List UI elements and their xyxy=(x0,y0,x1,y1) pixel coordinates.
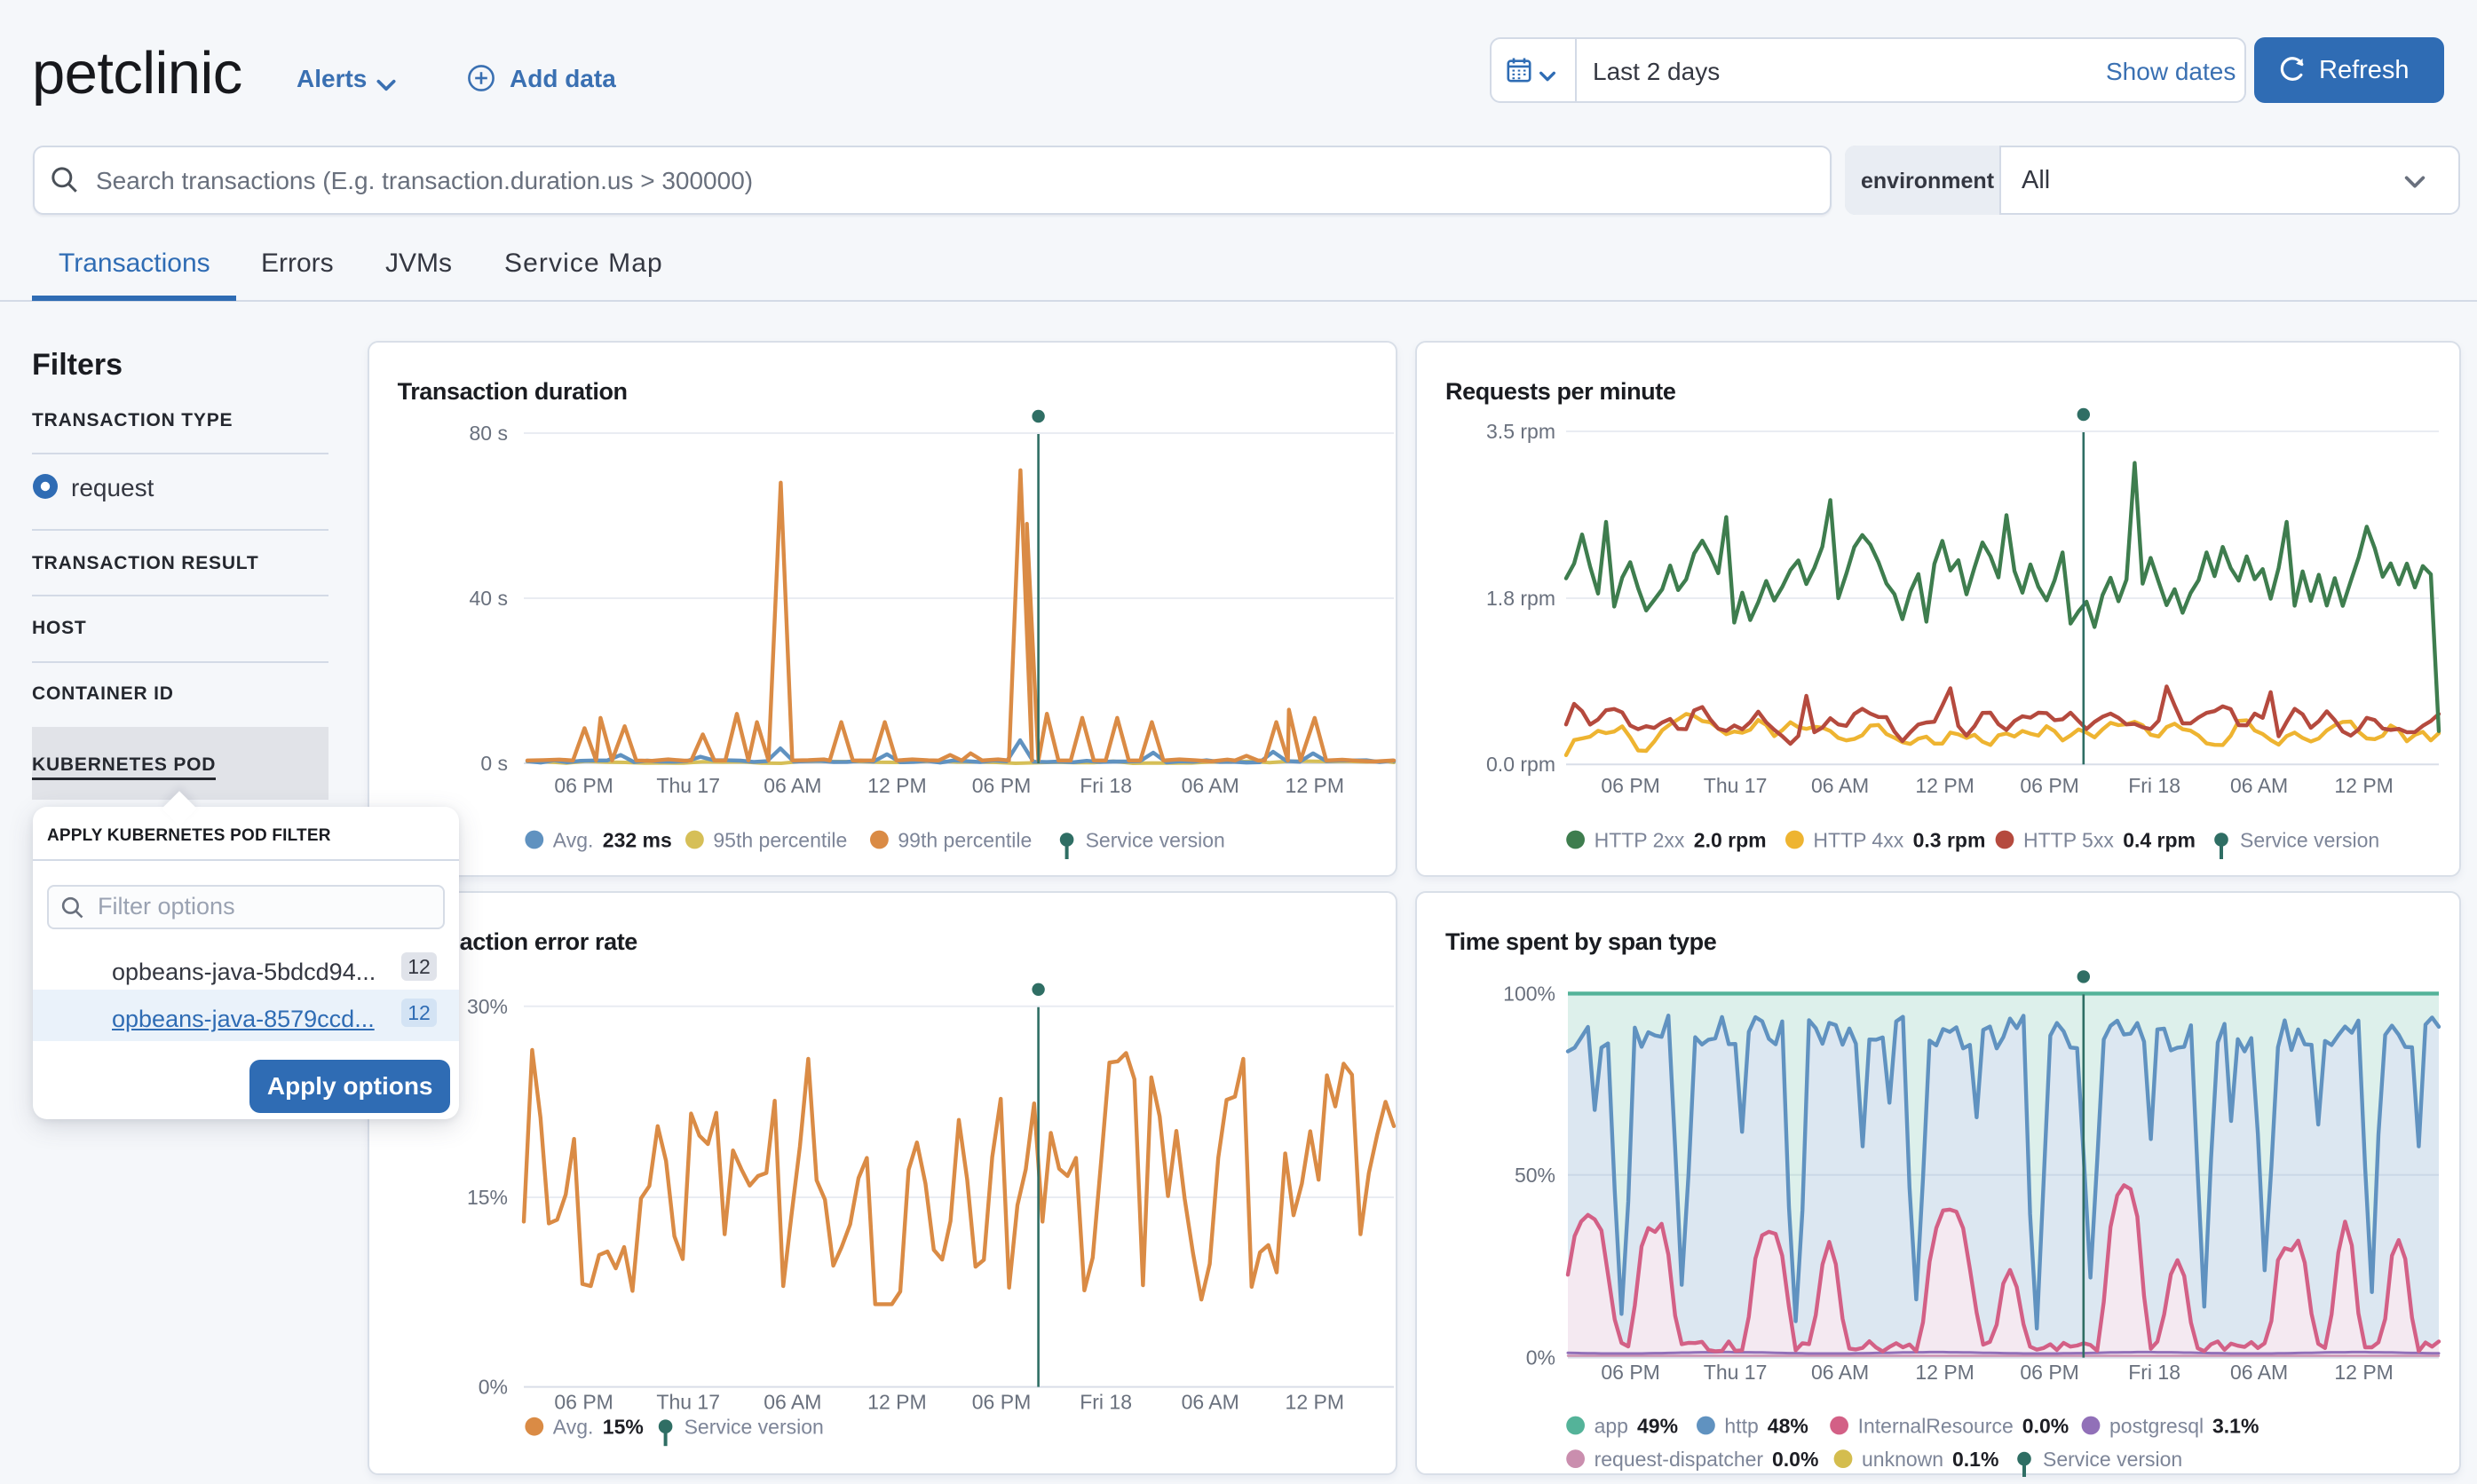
svg-text:HTTP 4xx: HTTP 4xx xyxy=(1813,828,1903,851)
svg-text:request-dispatcher: request-dispatcher xyxy=(1595,1448,1764,1471)
svg-text:Service version: Service version xyxy=(1085,828,1224,851)
svg-text:HTTP 5xx: HTTP 5xx xyxy=(2023,828,2114,851)
svg-text:0%: 0% xyxy=(1526,1346,1555,1370)
svg-text:0.0%: 0.0% xyxy=(2022,1414,2069,1437)
svg-text:06 PM: 06 PM xyxy=(554,774,613,797)
svg-text:06 AM: 06 AM xyxy=(1811,774,1869,797)
svg-text:50%: 50% xyxy=(1515,1164,1555,1187)
svg-text:99th percentile: 99th percentile xyxy=(898,828,1032,851)
svg-text:3.1%: 3.1% xyxy=(2212,1414,2259,1437)
svg-text:Fri 18: Fri 18 xyxy=(2128,1361,2180,1384)
svg-text:49%: 49% xyxy=(1637,1414,1678,1437)
svg-text:06 PM: 06 PM xyxy=(971,1391,1030,1414)
svg-text:100%: 100% xyxy=(1503,982,1555,1005)
svg-text:95th percentile: 95th percentile xyxy=(713,828,847,851)
svg-text:HTTP 2xx: HTTP 2xx xyxy=(1595,828,1685,851)
svg-text:48%: 48% xyxy=(1768,1414,1808,1437)
svg-text:Thu 17: Thu 17 xyxy=(1704,1361,1768,1384)
svg-text:06 PM: 06 PM xyxy=(1601,774,1659,797)
svg-text:232 ms: 232 ms xyxy=(602,828,671,851)
svg-text:postgresql: postgresql xyxy=(2109,1414,2204,1437)
svg-text:12 PM: 12 PM xyxy=(1915,1361,1974,1384)
svg-text:0 s: 0 s xyxy=(480,752,508,775)
svg-text:15%: 15% xyxy=(602,1416,643,1439)
svg-text:40 s: 40 s xyxy=(469,587,507,610)
svg-text:12 PM: 12 PM xyxy=(1915,774,1974,797)
svg-text:12 PM: 12 PM xyxy=(1285,774,1343,797)
svg-text:06 AM: 06 AM xyxy=(764,774,821,797)
svg-text:06 AM: 06 AM xyxy=(2230,774,2288,797)
svg-text:06 PM: 06 PM xyxy=(1601,1361,1659,1384)
svg-text:Thu 17: Thu 17 xyxy=(656,1391,720,1414)
svg-text:30%: 30% xyxy=(467,995,508,1018)
svg-text:0.4 rpm: 0.4 rpm xyxy=(2123,828,2196,851)
svg-text:Fri 18: Fri 18 xyxy=(1080,774,1132,797)
svg-text:06 AM: 06 AM xyxy=(1181,774,1238,797)
svg-text:06 AM: 06 AM xyxy=(2230,1361,2288,1384)
svg-text:http: http xyxy=(1724,1414,1758,1437)
svg-text:06 PM: 06 PM xyxy=(2020,774,2078,797)
svg-text:Fri 18: Fri 18 xyxy=(2128,774,2180,797)
svg-text:unknown: unknown xyxy=(1862,1448,1943,1471)
svg-text:2.0 rpm: 2.0 rpm xyxy=(1694,828,1767,851)
svg-text:Thu 17: Thu 17 xyxy=(656,774,720,797)
svg-text:12 PM: 12 PM xyxy=(2334,774,2393,797)
svg-text:12 PM: 12 PM xyxy=(2334,1361,2393,1384)
svg-text:06 AM: 06 AM xyxy=(764,1391,821,1414)
svg-text:0.3 rpm: 0.3 rpm xyxy=(1913,828,1986,851)
svg-text:1.8 rpm: 1.8 rpm xyxy=(1486,587,1555,610)
svg-text:06 AM: 06 AM xyxy=(1181,1391,1238,1414)
svg-text:06 PM: 06 PM xyxy=(554,1391,613,1414)
svg-text:app: app xyxy=(1595,1414,1628,1437)
svg-text:0.1%: 0.1% xyxy=(1952,1448,1998,1471)
svg-text:Avg.: Avg. xyxy=(552,1416,593,1439)
svg-text:0.0%: 0.0% xyxy=(1772,1448,1818,1471)
svg-text:InternalResource: InternalResource xyxy=(1858,1414,2014,1437)
svg-text:Service version: Service version xyxy=(684,1416,823,1439)
svg-text:12 PM: 12 PM xyxy=(867,774,926,797)
svg-text:15%: 15% xyxy=(467,1186,508,1209)
svg-text:3.5 rpm: 3.5 rpm xyxy=(1486,420,1555,443)
svg-text:06 AM: 06 AM xyxy=(1811,1361,1869,1384)
svg-text:Fri 18: Fri 18 xyxy=(1080,1391,1132,1414)
svg-text:Thu 17: Thu 17 xyxy=(1704,774,1768,797)
svg-text:06 PM: 06 PM xyxy=(2020,1361,2078,1384)
svg-text:Avg.: Avg. xyxy=(552,828,593,851)
svg-text:0.0 rpm: 0.0 rpm xyxy=(1486,753,1555,776)
svg-text:12 PM: 12 PM xyxy=(1285,1391,1343,1414)
svg-text:Service version: Service version xyxy=(2240,828,2379,851)
svg-text:80 s: 80 s xyxy=(469,422,507,445)
svg-text:06 PM: 06 PM xyxy=(971,774,1030,797)
svg-text:0%: 0% xyxy=(478,1376,507,1399)
svg-text:12 PM: 12 PM xyxy=(867,1391,926,1414)
svg-text:Service version: Service version xyxy=(2043,1448,2182,1471)
